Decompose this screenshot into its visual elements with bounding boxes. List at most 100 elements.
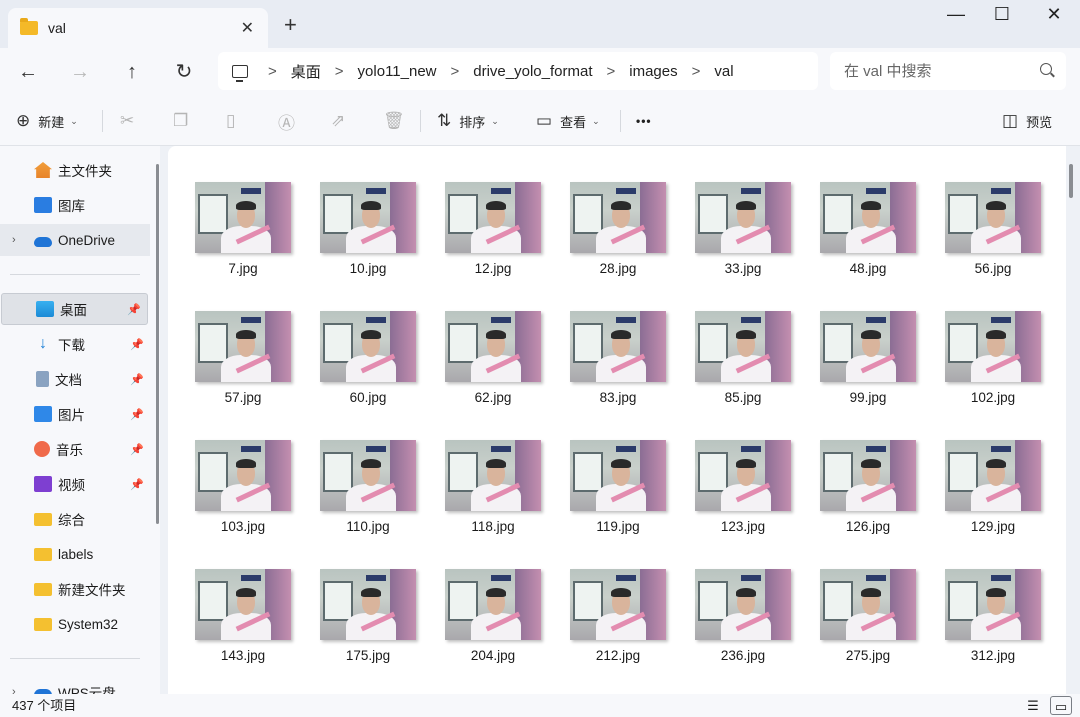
- sidebar-item-desktop[interactable]: 桌面 📌: [1, 293, 148, 325]
- image-thumbnail[interactable]: [570, 440, 666, 511]
- file-item[interactable]: 7.jpg: [193, 182, 293, 292]
- file-name[interactable]: 312.jpg: [943, 648, 1043, 663]
- search-input[interactable]: [844, 53, 1024, 91]
- view-button[interactable]: ▭ 查看 ⌄: [536, 108, 600, 134]
- file-item[interactable]: 275.jpg: [818, 569, 918, 679]
- file-item[interactable]: 312.jpg: [943, 569, 1043, 679]
- file-name[interactable]: 236.jpg: [693, 648, 793, 663]
- image-thumbnail[interactable]: [445, 182, 541, 253]
- image-thumbnail[interactable]: [820, 182, 916, 253]
- chevron-right-icon[interactable]: >: [692, 63, 701, 80]
- file-name[interactable]: 129.jpg: [943, 519, 1043, 534]
- image-thumbnail[interactable]: [820, 569, 916, 640]
- forward-button[interactable]: →: [66, 58, 94, 86]
- new-tab-button[interactable]: +: [284, 12, 297, 38]
- file-item[interactable]: 85.jpg: [693, 311, 793, 421]
- file-item[interactable]: 10.jpg: [318, 182, 418, 292]
- chevron-right-icon[interactable]: ›: [12, 686, 16, 694]
- breadcrumb-drive-yolo-format[interactable]: drive_yolo_format: [473, 63, 592, 80]
- file-name[interactable]: 275.jpg: [818, 648, 918, 663]
- file-item[interactable]: 103.jpg: [193, 440, 293, 550]
- file-name[interactable]: 12.jpg: [443, 261, 543, 276]
- new-button[interactable]: ⊕ 新建 ⌄: [16, 108, 78, 134]
- large-icons-view-icon[interactable]: ▭: [1050, 696, 1072, 715]
- file-name[interactable]: 123.jpg: [693, 519, 793, 534]
- sidebar-item-videos[interactable]: 视频 📌: [0, 468, 150, 500]
- pin-icon[interactable]: 📌: [130, 338, 144, 351]
- sidebar-item-music[interactable]: 音乐 📌: [0, 433, 150, 465]
- file-item[interactable]: 102.jpg: [943, 311, 1043, 421]
- image-thumbnail[interactable]: [945, 182, 1041, 253]
- file-name[interactable]: 62.jpg: [443, 390, 543, 405]
- file-name[interactable]: 102.jpg: [943, 390, 1043, 405]
- chevron-right-icon[interactable]: >: [335, 63, 344, 80]
- file-name[interactable]: 204.jpg: [443, 648, 543, 663]
- file-item[interactable]: 236.jpg: [693, 569, 793, 679]
- image-thumbnail[interactable]: [320, 569, 416, 640]
- sidebar-item-gallery[interactable]: 图库: [0, 189, 150, 221]
- file-item[interactable]: 60.jpg: [318, 311, 418, 421]
- chevron-right-icon[interactable]: >: [268, 63, 277, 80]
- file-name[interactable]: 99.jpg: [818, 390, 918, 405]
- file-item[interactable]: 129.jpg: [943, 440, 1043, 550]
- file-item[interactable]: 62.jpg: [443, 311, 543, 421]
- pin-icon[interactable]: 📌: [130, 443, 144, 456]
- image-thumbnail[interactable]: [320, 440, 416, 511]
- image-thumbnail[interactable]: [695, 182, 791, 253]
- sidebar-item-zonghe[interactable]: 综合: [0, 503, 150, 535]
- file-item[interactable]: 204.jpg: [443, 569, 543, 679]
- image-thumbnail[interactable]: [320, 311, 416, 382]
- pin-icon[interactable]: 📌: [127, 303, 141, 316]
- image-thumbnail[interactable]: [945, 440, 1041, 511]
- file-item[interactable]: 175.jpg: [318, 569, 418, 679]
- file-item[interactable]: 12.jpg: [443, 182, 543, 292]
- file-item[interactable]: 83.jpg: [568, 311, 668, 421]
- sidebar-scrollbar[interactable]: [156, 164, 159, 524]
- refresh-button[interactable]: ↻: [170, 58, 198, 86]
- file-name[interactable]: 28.jpg: [568, 261, 668, 276]
- image-thumbnail[interactable]: [570, 569, 666, 640]
- image-thumbnail[interactable]: [695, 440, 791, 511]
- image-thumbnail[interactable]: [320, 182, 416, 253]
- file-name[interactable]: 56.jpg: [943, 261, 1043, 276]
- breadcrumb-desktop[interactable]: 桌面: [291, 61, 321, 82]
- file-name[interactable]: 143.jpg: [193, 648, 293, 663]
- file-name[interactable]: 83.jpg: [568, 390, 668, 405]
- file-name[interactable]: 57.jpg: [193, 390, 293, 405]
- breadcrumb-yolo11-new[interactable]: yolo11_new: [358, 63, 437, 80]
- search-icon[interactable]: [1040, 63, 1052, 75]
- pin-icon[interactable]: 📌: [130, 408, 144, 421]
- tab-val[interactable]: val ✕: [8, 8, 268, 48]
- file-name[interactable]: 126.jpg: [818, 519, 918, 534]
- search-box[interactable]: [830, 52, 1066, 91]
- file-name[interactable]: 33.jpg: [693, 261, 793, 276]
- file-name[interactable]: 10.jpg: [318, 261, 418, 276]
- close-tab-icon[interactable]: ✕: [241, 18, 254, 38]
- file-item[interactable]: 143.jpg: [193, 569, 293, 679]
- file-item[interactable]: 33.jpg: [693, 182, 793, 292]
- file-item[interactable]: 119.jpg: [568, 440, 668, 550]
- file-item[interactable]: 99.jpg: [818, 311, 918, 421]
- more-options-button[interactable]: •••: [636, 108, 652, 134]
- rename-button[interactable]: Ⓐ: [278, 108, 303, 134]
- sidebar-item-system32[interactable]: System32: [0, 608, 150, 640]
- image-thumbnail[interactable]: [820, 440, 916, 511]
- maximize-button[interactable]: ☐: [982, 4, 1022, 26]
- image-thumbnail[interactable]: [195, 440, 291, 511]
- file-name[interactable]: 103.jpg: [193, 519, 293, 534]
- file-item[interactable]: 126.jpg: [818, 440, 918, 550]
- image-thumbnail[interactable]: [820, 311, 916, 382]
- image-thumbnail[interactable]: [945, 569, 1041, 640]
- close-window-button[interactable]: ✕: [1034, 4, 1074, 26]
- file-item[interactable]: 118.jpg: [443, 440, 543, 550]
- file-item[interactable]: 56.jpg: [943, 182, 1043, 292]
- sidebar-item-documents[interactable]: 文档 📌: [0, 363, 150, 395]
- file-name[interactable]: 60.jpg: [318, 390, 418, 405]
- sidebar-item-labels[interactable]: labels: [0, 538, 150, 570]
- address-bar[interactable]: > 桌面 > yolo11_new > drive_yolo_format > …: [218, 52, 818, 90]
- breadcrumb-images[interactable]: images: [629, 63, 677, 80]
- file-item[interactable]: 28.jpg: [568, 182, 668, 292]
- pin-icon[interactable]: 📌: [130, 478, 144, 491]
- image-thumbnail[interactable]: [945, 311, 1041, 382]
- back-button[interactable]: ←: [14, 58, 42, 86]
